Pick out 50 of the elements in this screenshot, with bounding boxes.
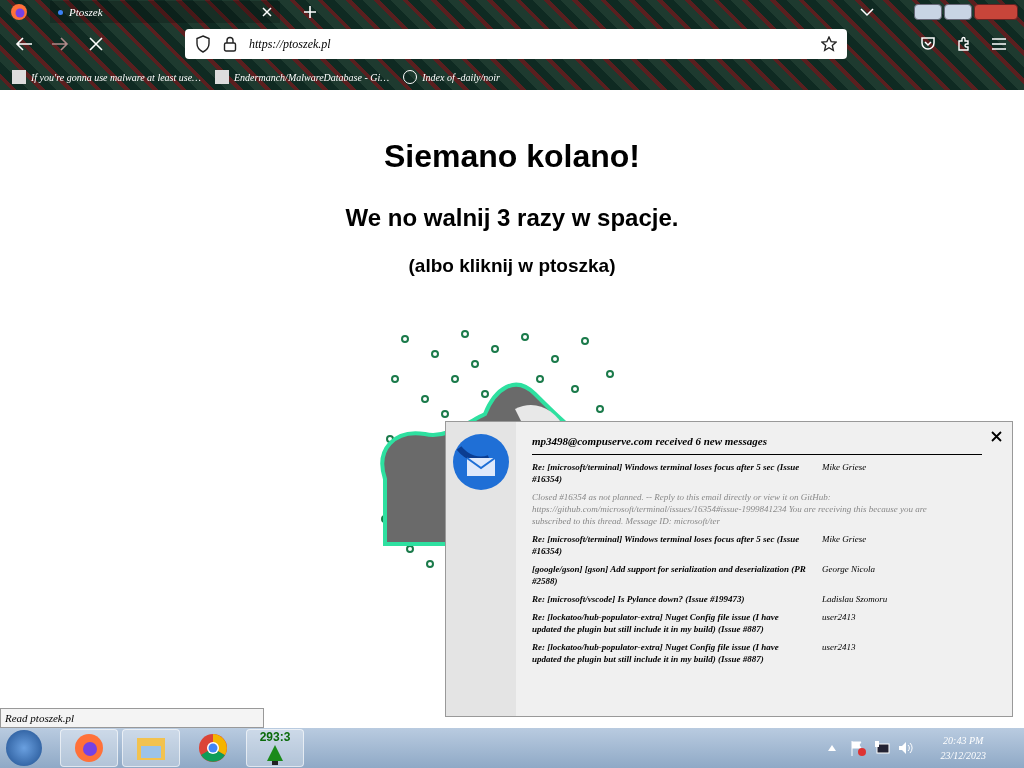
chrome-logo-icon bbox=[198, 733, 228, 763]
message-preview: Closed #16354 as not planned. -- Reply to this email directly or view it on GitHub: https://github.com/microsoft/terminal/issues/16354#issue-1999841234 You are receiving this because you are subscribed to this thread. Message ID: microsoft/ter bbox=[532, 491, 928, 527]
notification-title: mp3498@compuserve.com received 6 new messages bbox=[532, 435, 767, 447]
lock-icon bbox=[223, 36, 237, 52]
tree-icon bbox=[267, 745, 283, 765]
menu-icon[interactable] bbox=[992, 38, 1006, 50]
start-button[interactable] bbox=[6, 730, 42, 766]
forward-icon[interactable] bbox=[51, 36, 69, 52]
pocket-icon[interactable] bbox=[920, 36, 936, 52]
browser-logo-icon bbox=[74, 733, 104, 763]
back-icon[interactable] bbox=[15, 36, 33, 52]
maximize-button[interactable] bbox=[944, 4, 972, 20]
message-sender: Mike Griese bbox=[822, 533, 867, 546]
close-tab-icon[interactable] bbox=[262, 7, 272, 17]
bookmark-star-icon[interactable] bbox=[821, 36, 837, 52]
message-subject[interactable]: Re: [lockatoo/hub-populator-extra] Nuget Config file issue (I have updated the plugin but still include it in my build) (Issue #887) bbox=[532, 641, 810, 665]
minimize-button[interactable] bbox=[914, 4, 942, 20]
taskbar-counter-button[interactable]: 293:3 bbox=[246, 729, 304, 767]
shield-icon bbox=[195, 35, 211, 53]
stop-loading-icon[interactable] bbox=[89, 37, 103, 51]
page-heading: Siemano kolano! bbox=[383, 137, 640, 176]
message-subject[interactable]: Re: [microsoft/terminal] Windows terminal loses focus after 5 sec (Issue #16354) bbox=[532, 533, 810, 557]
message-sender: George Nicola bbox=[822, 563, 875, 576]
page-subheading: We no walnij 3 razy w spacje. bbox=[345, 203, 679, 233]
bookmark-item[interactable]: Endermanch/MalwareDatabase - Gi… bbox=[215, 69, 390, 85]
browser-logo-icon[interactable] bbox=[10, 3, 28, 21]
counter-text: 293:3 bbox=[259, 730, 291, 745]
address-bar[interactable]: https://ptoszek.pl bbox=[185, 29, 847, 59]
close-icon[interactable] bbox=[991, 431, 1002, 442]
bookmark-item[interactable]: If you're gonna use malware at least use… bbox=[12, 69, 201, 85]
message-subject[interactable]: Re: [microsoft/terminal] Windows terminal loses focus after 5 sec (Issue #16354) bbox=[532, 461, 810, 485]
status-tooltip: Read ptoszek.pl bbox=[0, 708, 264, 728]
message-subject[interactable]: Re: [microsoft/vscode] Is Pylance down? (Issue #199473) bbox=[532, 593, 810, 605]
extensions-icon[interactable] bbox=[956, 36, 972, 52]
bookmark-item[interactable]: Index of -daily/noir bbox=[403, 69, 500, 85]
chevron-down-icon[interactable] bbox=[860, 7, 874, 17]
notification-popup[interactable] bbox=[445, 421, 1013, 717]
message-sender: user2413 bbox=[822, 611, 856, 624]
taskbar-browser-button[interactable] bbox=[60, 729, 118, 767]
flag-icon[interactable] bbox=[850, 740, 867, 756]
network-icon[interactable] bbox=[874, 740, 891, 756]
message-sender: Mike Griese bbox=[822, 461, 867, 474]
page-hint: (albo kliknij w ptoszka) bbox=[408, 254, 616, 278]
message-subject[interactable]: Re: [lockatoo/hub-populator-extra] Nuget Config file issue (I have updated the plugin but still include it in my build) (Issue #887) bbox=[532, 611, 810, 635]
message-subject[interactable]: [google/gson] [gson] Add support for serialization and deserialization (PR #2588) bbox=[532, 563, 810, 587]
browser-tab[interactable]: Ptoszek bbox=[50, 1, 280, 23]
new-tab-icon[interactable] bbox=[304, 6, 316, 18]
message-sender: user2413 bbox=[822, 641, 856, 654]
message-sender: Ladislau Szomoru bbox=[822, 593, 888, 605]
url-text: https://ptoszek.pl bbox=[249, 36, 331, 53]
